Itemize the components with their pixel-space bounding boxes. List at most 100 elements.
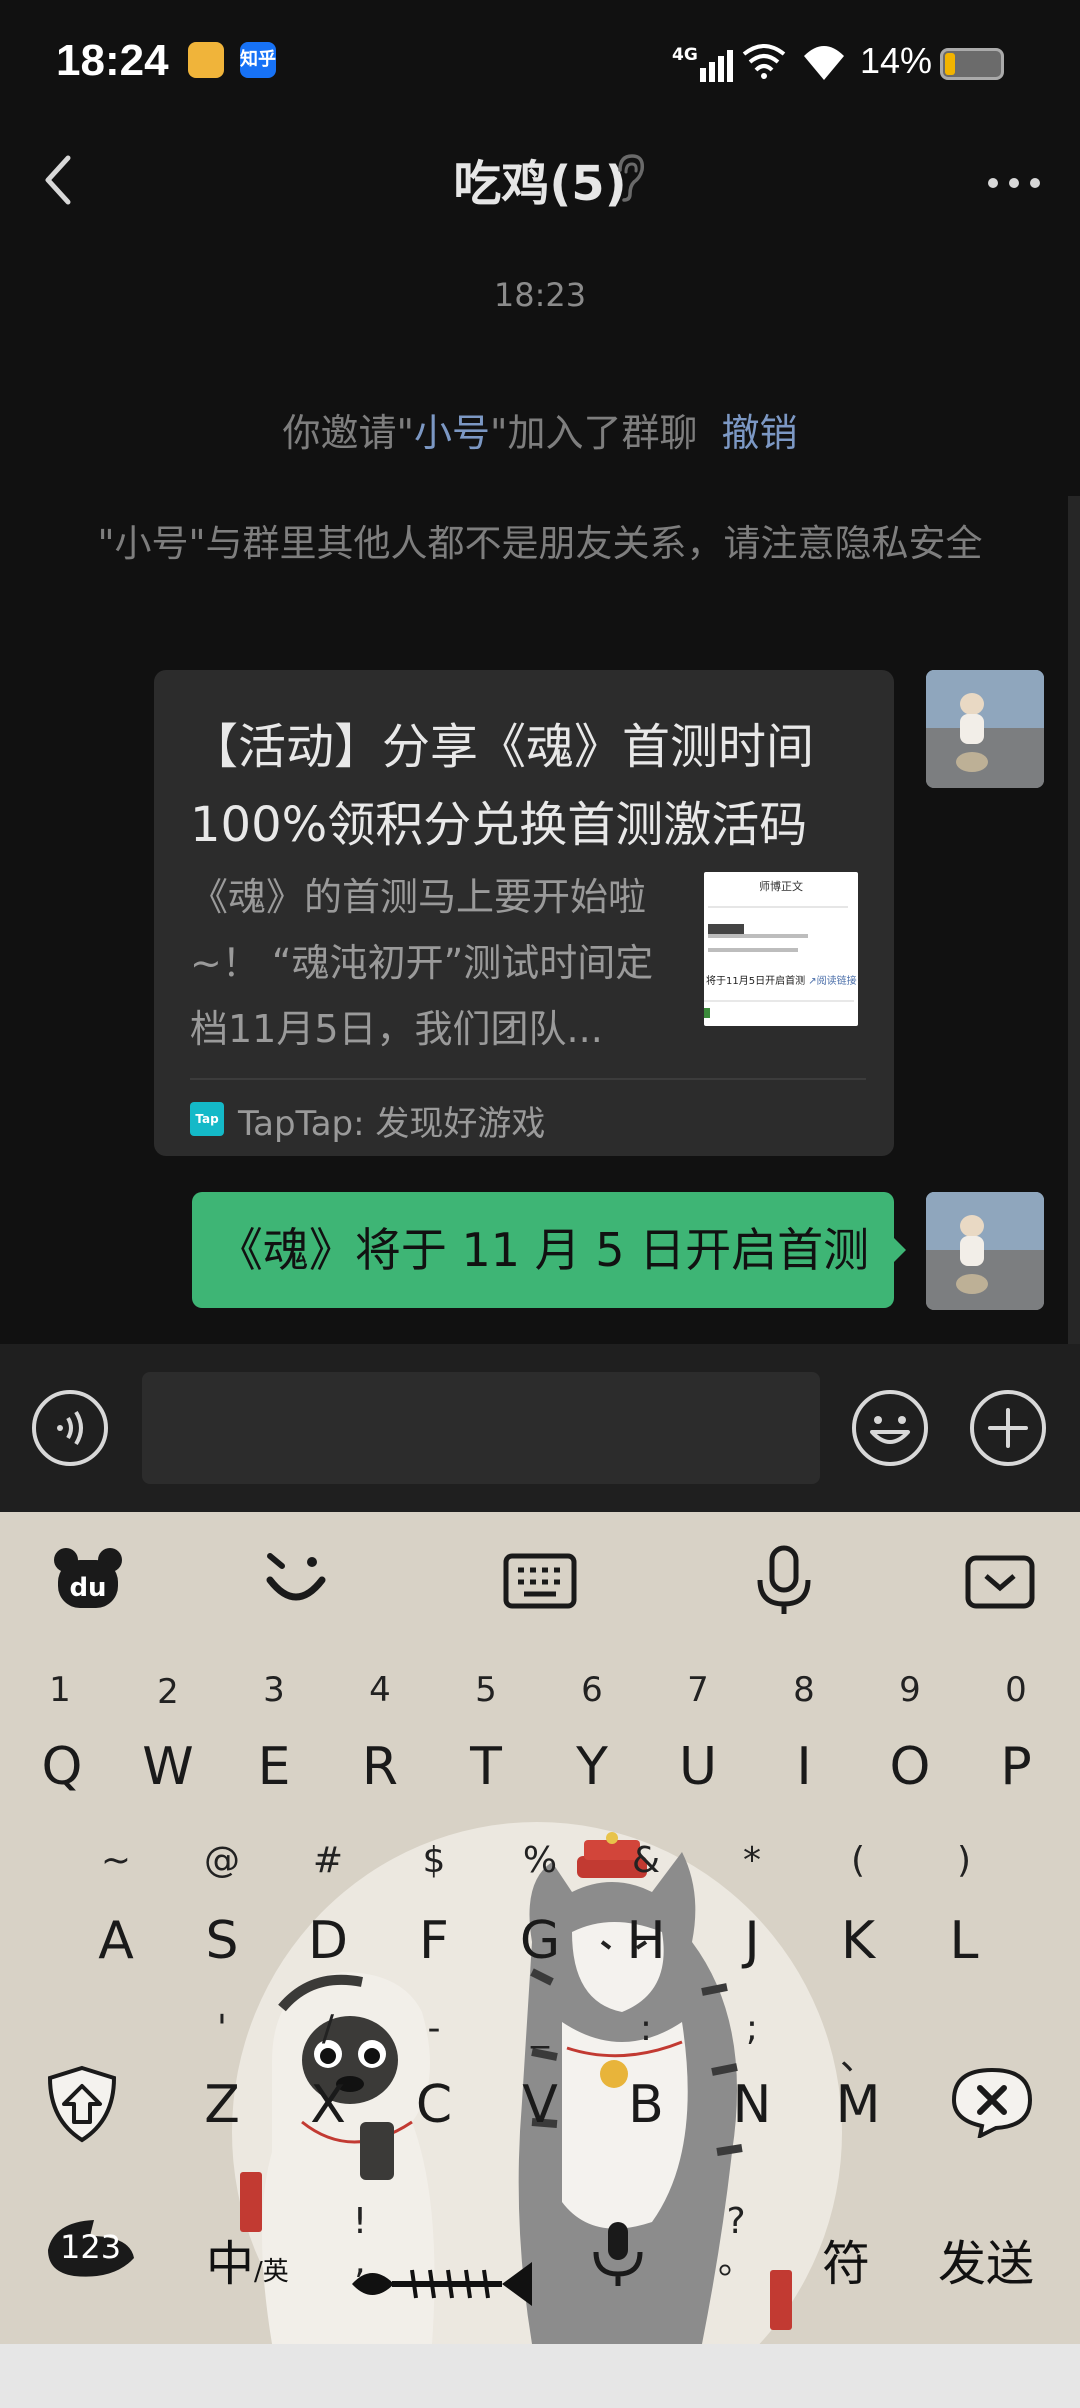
send-key[interactable]: 发送 [938,2224,1034,2294]
message-timestamp: 18:23 [493,276,587,314]
plus-circle-icon[interactable] [968,1388,1048,1468]
key-8[interactable]: 8 [774,1670,834,1710]
symbols-key[interactable]: 符 [822,2224,870,2294]
scrollbar[interactable] [1068,496,1080,1344]
battery-percent: 14% [860,40,933,81]
smile-icon[interactable] [256,1540,336,1620]
key-123[interactable]: 123 [44,2214,140,2284]
key-i[interactable]: I [764,1722,844,1812]
key-semicolon[interactable]: ; [722,2008,782,2049]
invite-suffix: "加入了群聊 [490,411,698,455]
key-k[interactable]: K [818,1896,898,1986]
key-5[interactable]: 5 [456,1670,516,1710]
collapse-icon[interactable] [960,1540,1040,1620]
emoji-icon[interactable] [850,1388,930,1468]
pay-app-icon [188,42,224,78]
key-s[interactable]: S [182,1896,262,1986]
more-horizontal-icon[interactable] [986,176,1042,190]
punct-key[interactable]: ! , [330,2202,390,2282]
key-l[interactable]: L [924,1896,1004,1986]
key-j[interactable]: J [712,1896,792,1986]
key-r[interactable]: R [340,1722,420,1812]
key-b[interactable]: B [606,2060,686,2150]
delete-icon[interactable] [950,2066,1034,2138]
card-divider [190,1078,866,1080]
key-a[interactable]: A [76,1896,156,1986]
key-7[interactable]: 7 [668,1670,728,1710]
status-time: 18:24 [56,36,169,85]
key-hash[interactable]: # [298,1840,358,1881]
key-apostrophe[interactable]: ' [192,2008,252,2049]
key-6[interactable]: 6 [562,1670,622,1710]
key-right-paren[interactable]: ) [934,1840,994,1881]
shared-link-card[interactable]: 【活动】分享《魂》首测时间100%领积分兑换首测激活码 ... 《魂》的首测马上… [154,670,894,1156]
key-colon[interactable]: : [616,2008,676,2049]
key-h[interactable]: H [606,1896,686,1986]
key-q[interactable]: Q [22,1722,102,1812]
key-n[interactable]: N [712,2060,792,2150]
key-dollar[interactable]: $ [404,1840,464,1881]
key-2[interactable]: 2 [138,1672,198,1712]
sent-message-bubble[interactable]: 《魂》将于 11 月 5 日开启首测 [192,1192,894,1308]
key-z[interactable]: Z [182,2060,262,2150]
key-at[interactable]: @ [192,1840,252,1881]
key-d[interactable]: D [288,1896,368,1986]
lang-switch-key[interactable]: 中/英 [206,2224,289,2294]
key-3[interactable]: 3 [244,1670,304,1710]
key-p[interactable]: P [976,1722,1056,1812]
key-u[interactable]: U [658,1722,738,1812]
message-input[interactable] [142,1372,820,1484]
key-o[interactable]: O [870,1722,950,1812]
keyboard-toolbar: du [0,1512,1080,1642]
key-e[interactable]: E [234,1722,314,1812]
key-4[interactable]: 4 [350,1670,410,1710]
revoke-invite-link[interactable]: 撤销 [721,411,797,455]
microphone-icon[interactable] [744,1540,824,1620]
avatar[interactable] [926,670,1044,788]
avatar[interactable] [926,1192,1044,1310]
svg-text:du: du [69,1573,106,1603]
key-percent[interactable]: % [510,1840,570,1881]
question-key[interactable]: ? 。 [706,2202,766,2282]
navigation-bar [0,2344,1080,2408]
du-logo-icon[interactable]: du [48,1540,128,1620]
key-left-paren[interactable]: ( [828,1840,888,1881]
battery-icon [940,48,1004,80]
voice-icon[interactable] [30,1388,110,1468]
key-9[interactable]: 9 [880,1670,940,1710]
privacy-warning: "小号"与群里其他人都不是朋友关系，请注意隐私安全 [97,522,983,565]
key-0[interactable]: 0 [986,1670,1046,1710]
lang-sub-label: /英 [254,2257,289,2287]
key-1[interactable]: 1 [30,1670,90,1710]
key-m[interactable]: M [818,2060,898,2150]
key-asterisk[interactable]: * [722,1840,782,1881]
punct-top: ! [352,2201,368,2242]
voice-input-icon[interactable] [588,2218,648,2292]
key-c[interactable]: C [394,2060,474,2150]
card-description: 《魂》的首测马上要开始啦~！ “魂沌初开”测试时间定档11月5日，我们团队... [190,875,654,1051]
key-g[interactable]: G [500,1896,580,1986]
punct-bottom: , [354,2241,366,2282]
key-t[interactable]: T [446,1722,526,1812]
bubble-tail [892,1236,906,1264]
cellular-signal-icon: 4G [672,45,733,82]
invitee-name-link[interactable]: 小号 [414,411,490,455]
key-v[interactable]: V [500,2060,580,2150]
key-slash[interactable]: / [298,2008,358,2049]
wifi-icon [804,46,844,80]
key-underscore[interactable]: _ [510,2008,570,2049]
key-w[interactable]: W [128,1722,208,1812]
keyboard: du 1 2 3 4 5 6 7 8 9 0 Q W E R T Y U I O… [0,1512,1080,2344]
lang-main-label: 中 [206,2236,255,2292]
question-top: ? [726,2201,746,2242]
key-hyphen[interactable]: - [404,2008,464,2049]
key-f[interactable]: F [394,1896,474,1986]
keyboard-icon[interactable] [500,1540,580,1620]
key-y[interactable]: Y [552,1722,632,1812]
key-ampersand[interactable]: & [616,1840,676,1881]
key-x[interactable]: X [288,2060,368,2150]
message-list[interactable]: 18:23 你邀请"小号"加入了群聊 撤销 "小号"与群里其他人都不是朋友关系，请… [0,232,1080,1344]
key-tilde[interactable]: ~ [86,1840,146,1881]
key-123-label: 123 [60,2228,122,2266]
shield-shift-icon[interactable] [44,2064,120,2144]
